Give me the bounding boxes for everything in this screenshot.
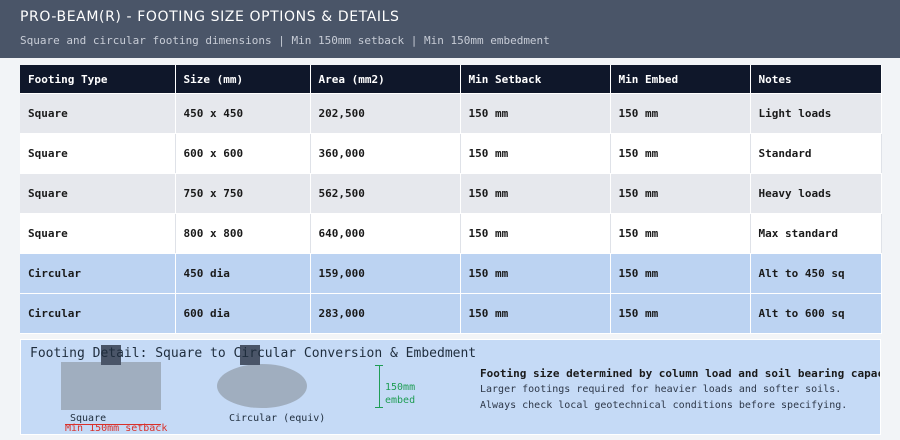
cell-area: 360,000 <box>310 133 461 174</box>
page-title: PRO-BEAM(R) - FOOTING SIZE OPTIONS & DET… <box>20 9 400 25</box>
cell-size: 800 x 800 <box>175 213 311 254</box>
footing-table-container: Footing Type Size (mm) Area (mm2) Min Se… <box>20 65 882 334</box>
column-header-area: Area (mm2) <box>310 65 461 94</box>
cell-notes: Heavy loads <box>750 173 882 214</box>
circular-label: Circular (equiv) <box>229 413 326 424</box>
cell-embed: 150 mm <box>610 293 751 334</box>
detail-title: Footing Detail: Square to Circular Conve… <box>30 346 477 361</box>
column-header-min-embed: Min Embed <box>610 65 751 94</box>
cell-notes: Light loads <box>750 93 882 134</box>
cell-area: 159,000 <box>310 253 461 294</box>
cell-notes: Alt to 450 sq <box>750 253 882 294</box>
footing-table: Footing Type Size (mm) Area (mm2) Min Se… <box>20 65 882 334</box>
square-footing-shape <box>61 362 161 410</box>
cell-setback: 150 mm <box>460 133 611 174</box>
cell-setback: 150 mm <box>460 213 611 254</box>
cell-embed: 150 mm <box>610 133 751 174</box>
cell-area: 562,500 <box>310 173 461 214</box>
cell-setback: 150 mm <box>460 173 611 214</box>
cell-type: Square <box>20 173 176 214</box>
cell-embed: 150 mm <box>610 173 751 214</box>
cell-area: 640,000 <box>310 213 461 254</box>
cell-size: 750 x 750 <box>175 173 311 214</box>
cell-setback: 150 mm <box>460 253 611 294</box>
detail-note-line-1: Larger footings required for heavier loa… <box>480 384 842 395</box>
table-row: Square 600 x 600 360,000 150 mm 150 mm S… <box>20 133 882 174</box>
cell-notes: Max standard <box>750 213 882 254</box>
cell-type: Circular <box>20 293 176 334</box>
circular-footing-shape <box>217 364 307 408</box>
detail-note-heading: Footing size determined by column load a… <box>480 367 881 380</box>
embed-dimension-line <box>379 365 380 407</box>
page-header: PRO-BEAM(R) - FOOTING SIZE OPTIONS & DET… <box>0 0 900 58</box>
cell-area: 202,500 <box>310 93 461 134</box>
cell-type: Square <box>20 93 176 134</box>
cell-type: Circular <box>20 253 176 294</box>
cell-size: 600 dia <box>175 293 311 334</box>
table-row: Circular 600 dia 283,000 150 mm 150 mm A… <box>20 293 882 334</box>
embed-tick-top <box>375 365 383 366</box>
cell-type: Square <box>20 133 176 174</box>
cell-area: 283,000 <box>310 293 461 334</box>
cell-embed: 150 mm <box>610 253 751 294</box>
detail-note-line-2: Always check local geotechnical conditio… <box>480 400 848 411</box>
column-header-size: Size (mm) <box>175 65 311 94</box>
table-row: Square 450 x 450 202,500 150 mm 150 mm L… <box>20 93 882 134</box>
cell-notes: Standard <box>750 133 882 174</box>
table-row: Square 800 x 800 640,000 150 mm 150 mm M… <box>20 213 882 254</box>
table-row: Square 750 x 750 562,500 150 mm 150 mm H… <box>20 173 882 214</box>
cell-size: 450 x 450 <box>175 93 311 134</box>
embed-tick-bottom <box>375 407 383 408</box>
setback-label: Min 150mm setback <box>65 423 168 434</box>
cell-size: 450 dia <box>175 253 311 294</box>
cell-notes: Alt to 600 sq <box>750 293 882 334</box>
cell-embed: 150 mm <box>610 213 751 254</box>
table-header-row: Footing Type Size (mm) Area (mm2) Min Se… <box>20 65 882 94</box>
cell-embed: 150 mm <box>610 93 751 134</box>
cell-size: 600 x 600 <box>175 133 311 174</box>
cell-setback: 150 mm <box>460 293 611 334</box>
column-header-min-setback: Min Setback <box>460 65 611 94</box>
cell-type: Square <box>20 213 176 254</box>
table-row: Circular 450 dia 159,000 150 mm 150 mm A… <box>20 253 882 294</box>
cell-setback: 150 mm <box>460 93 611 134</box>
column-header-footing-type: Footing Type <box>20 65 176 94</box>
page-subtitle: Square and circular footing dimensions |… <box>20 34 550 47</box>
embed-label: 150mm embed <box>385 382 416 406</box>
column-header-notes: Notes <box>750 65 882 94</box>
footing-detail-panel: Square Circular (equiv) Min 150mm setbac… <box>20 339 881 435</box>
